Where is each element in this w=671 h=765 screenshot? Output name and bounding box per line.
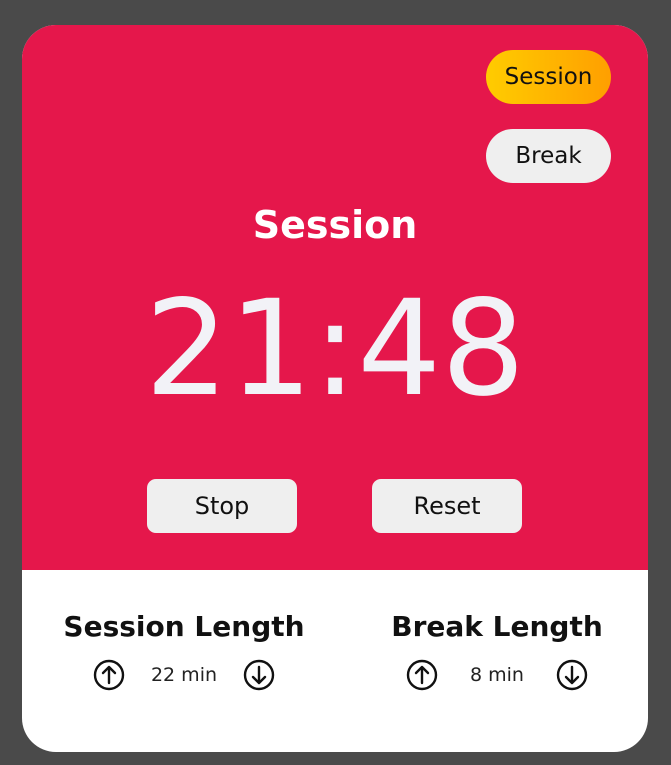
timer-panel: Session Break Session 21:48 Stop Reset [22,25,648,570]
break-length-value: 8 min [470,664,524,686]
break-increase-arrow-up-icon[interactable] [406,659,438,691]
pomodoro-card: Session Break Session 21:48 Stop Reset S… [22,25,648,752]
break-length-title: Break Length [391,610,603,643]
session-length-value: 22 min [150,664,218,686]
break-length-row: 8 min [367,659,627,691]
session-increase-arrow-up-icon[interactable] [93,659,125,691]
break-length-control: Break Length 8 min [367,610,627,691]
session-length-row: 22 min [54,659,314,691]
timer-label: Session [252,203,418,247]
timer-display: 21:48 [144,272,526,426]
session-length-title: Session Length [63,610,305,643]
reset-button[interactable]: Reset [372,479,522,533]
stop-button[interactable]: Stop [147,479,297,533]
break-decrease-arrow-down-icon[interactable] [556,659,588,691]
session-decrease-arrow-down-icon[interactable] [243,659,275,691]
break-mode-button[interactable]: Break [486,129,611,183]
session-length-control: Session Length 22 min [54,610,314,691]
session-mode-button[interactable]: Session [486,50,611,104]
